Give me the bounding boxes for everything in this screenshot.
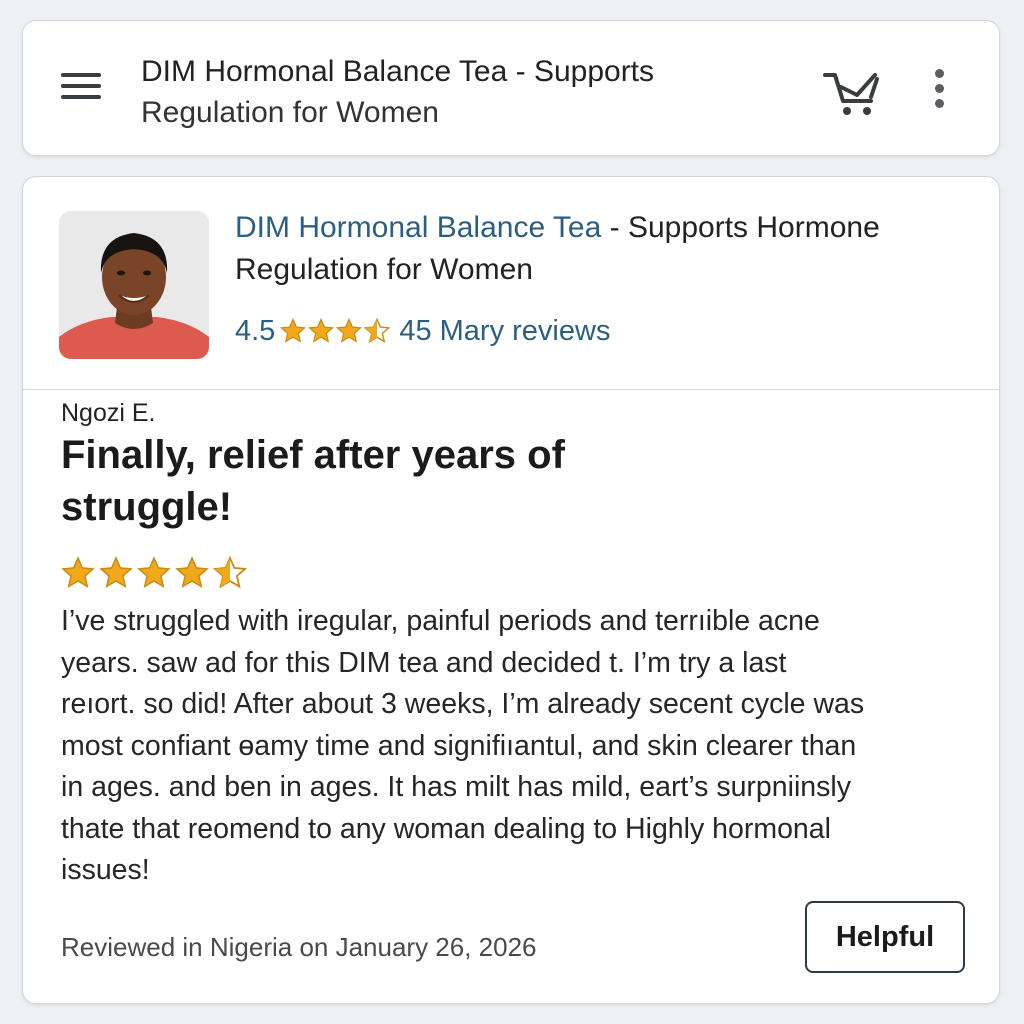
product-title-line2: Regulation for Women	[235, 253, 533, 286]
star-half-icon	[363, 317, 391, 343]
menu-icon[interactable]	[61, 69, 103, 103]
star-icon	[336, 317, 363, 343]
review-body-line: I’ve struggled with iregular, painful pe…	[61, 605, 820, 637]
more-vertical-icon[interactable]	[927, 69, 951, 109]
star-icon	[175, 556, 209, 589]
cart-icon[interactable]	[821, 67, 885, 119]
reviewer-name: Ngozi E.	[61, 399, 156, 427]
review-body-line: most confiant ɵamy time and signifiıantu…	[61, 729, 857, 762]
top-bar: DIM Hormonal Balance Tea - Supports Regu…	[22, 20, 1000, 156]
star-icon	[280, 317, 307, 343]
review-card: DIM Hormonal Balance Tea - Supports Horm…	[22, 176, 1000, 1004]
review-body-line: reıort. so did! After about 3 weeks, I’m…	[61, 688, 865, 720]
page-title: DIM Hormonal Balance Tea - Supports Regu…	[141, 51, 761, 133]
star-half-icon	[212, 555, 248, 589]
review-body-line: issues!	[61, 854, 150, 886]
page-title-line1: DIM Hormonal Balance Tea - Supports	[141, 55, 655, 88]
star-icon	[99, 556, 133, 589]
star-icon	[61, 556, 95, 589]
helpful-button[interactable]: Helpful	[805, 901, 965, 973]
product-rating: 4.5 45 Mary reviews	[235, 309, 610, 353]
review-body: I’ve struggled with iregular, painful pe…	[61, 601, 971, 892]
review-body-line: thate that reomend to any woman dealing …	[61, 812, 831, 845]
product-stars	[279, 317, 391, 345]
product-title: DIM Hormonal Balance Tea - Supports Horm…	[235, 207, 975, 291]
review-body-line: in ages. and ben in ages. It has milt ha…	[61, 771, 851, 803]
review-stars	[59, 555, 249, 591]
review-body-line: years. saw ad for this DIM tea and decid…	[61, 646, 787, 679]
star-icon	[137, 556, 171, 589]
rating-value: 4.5	[235, 314, 276, 347]
product-title-rest: - Supports Hormone	[601, 211, 880, 244]
reviews-count-link[interactable]: 45 Mary reviews	[399, 315, 610, 348]
reviewer-avatar	[59, 211, 209, 359]
star-icon	[308, 317, 335, 343]
page-title-line2: Regulation for Women	[141, 96, 439, 129]
review-location-date: Reviewed in Nigeria on January 26, 2026	[61, 932, 537, 962]
review-title: Finally, relief after years of struggle!	[61, 433, 565, 529]
product-summary: DIM Hormonal Balance Tea - Supports Horm…	[23, 177, 999, 390]
product-title-link[interactable]: DIM Hormonal Balance Tea	[235, 211, 601, 244]
